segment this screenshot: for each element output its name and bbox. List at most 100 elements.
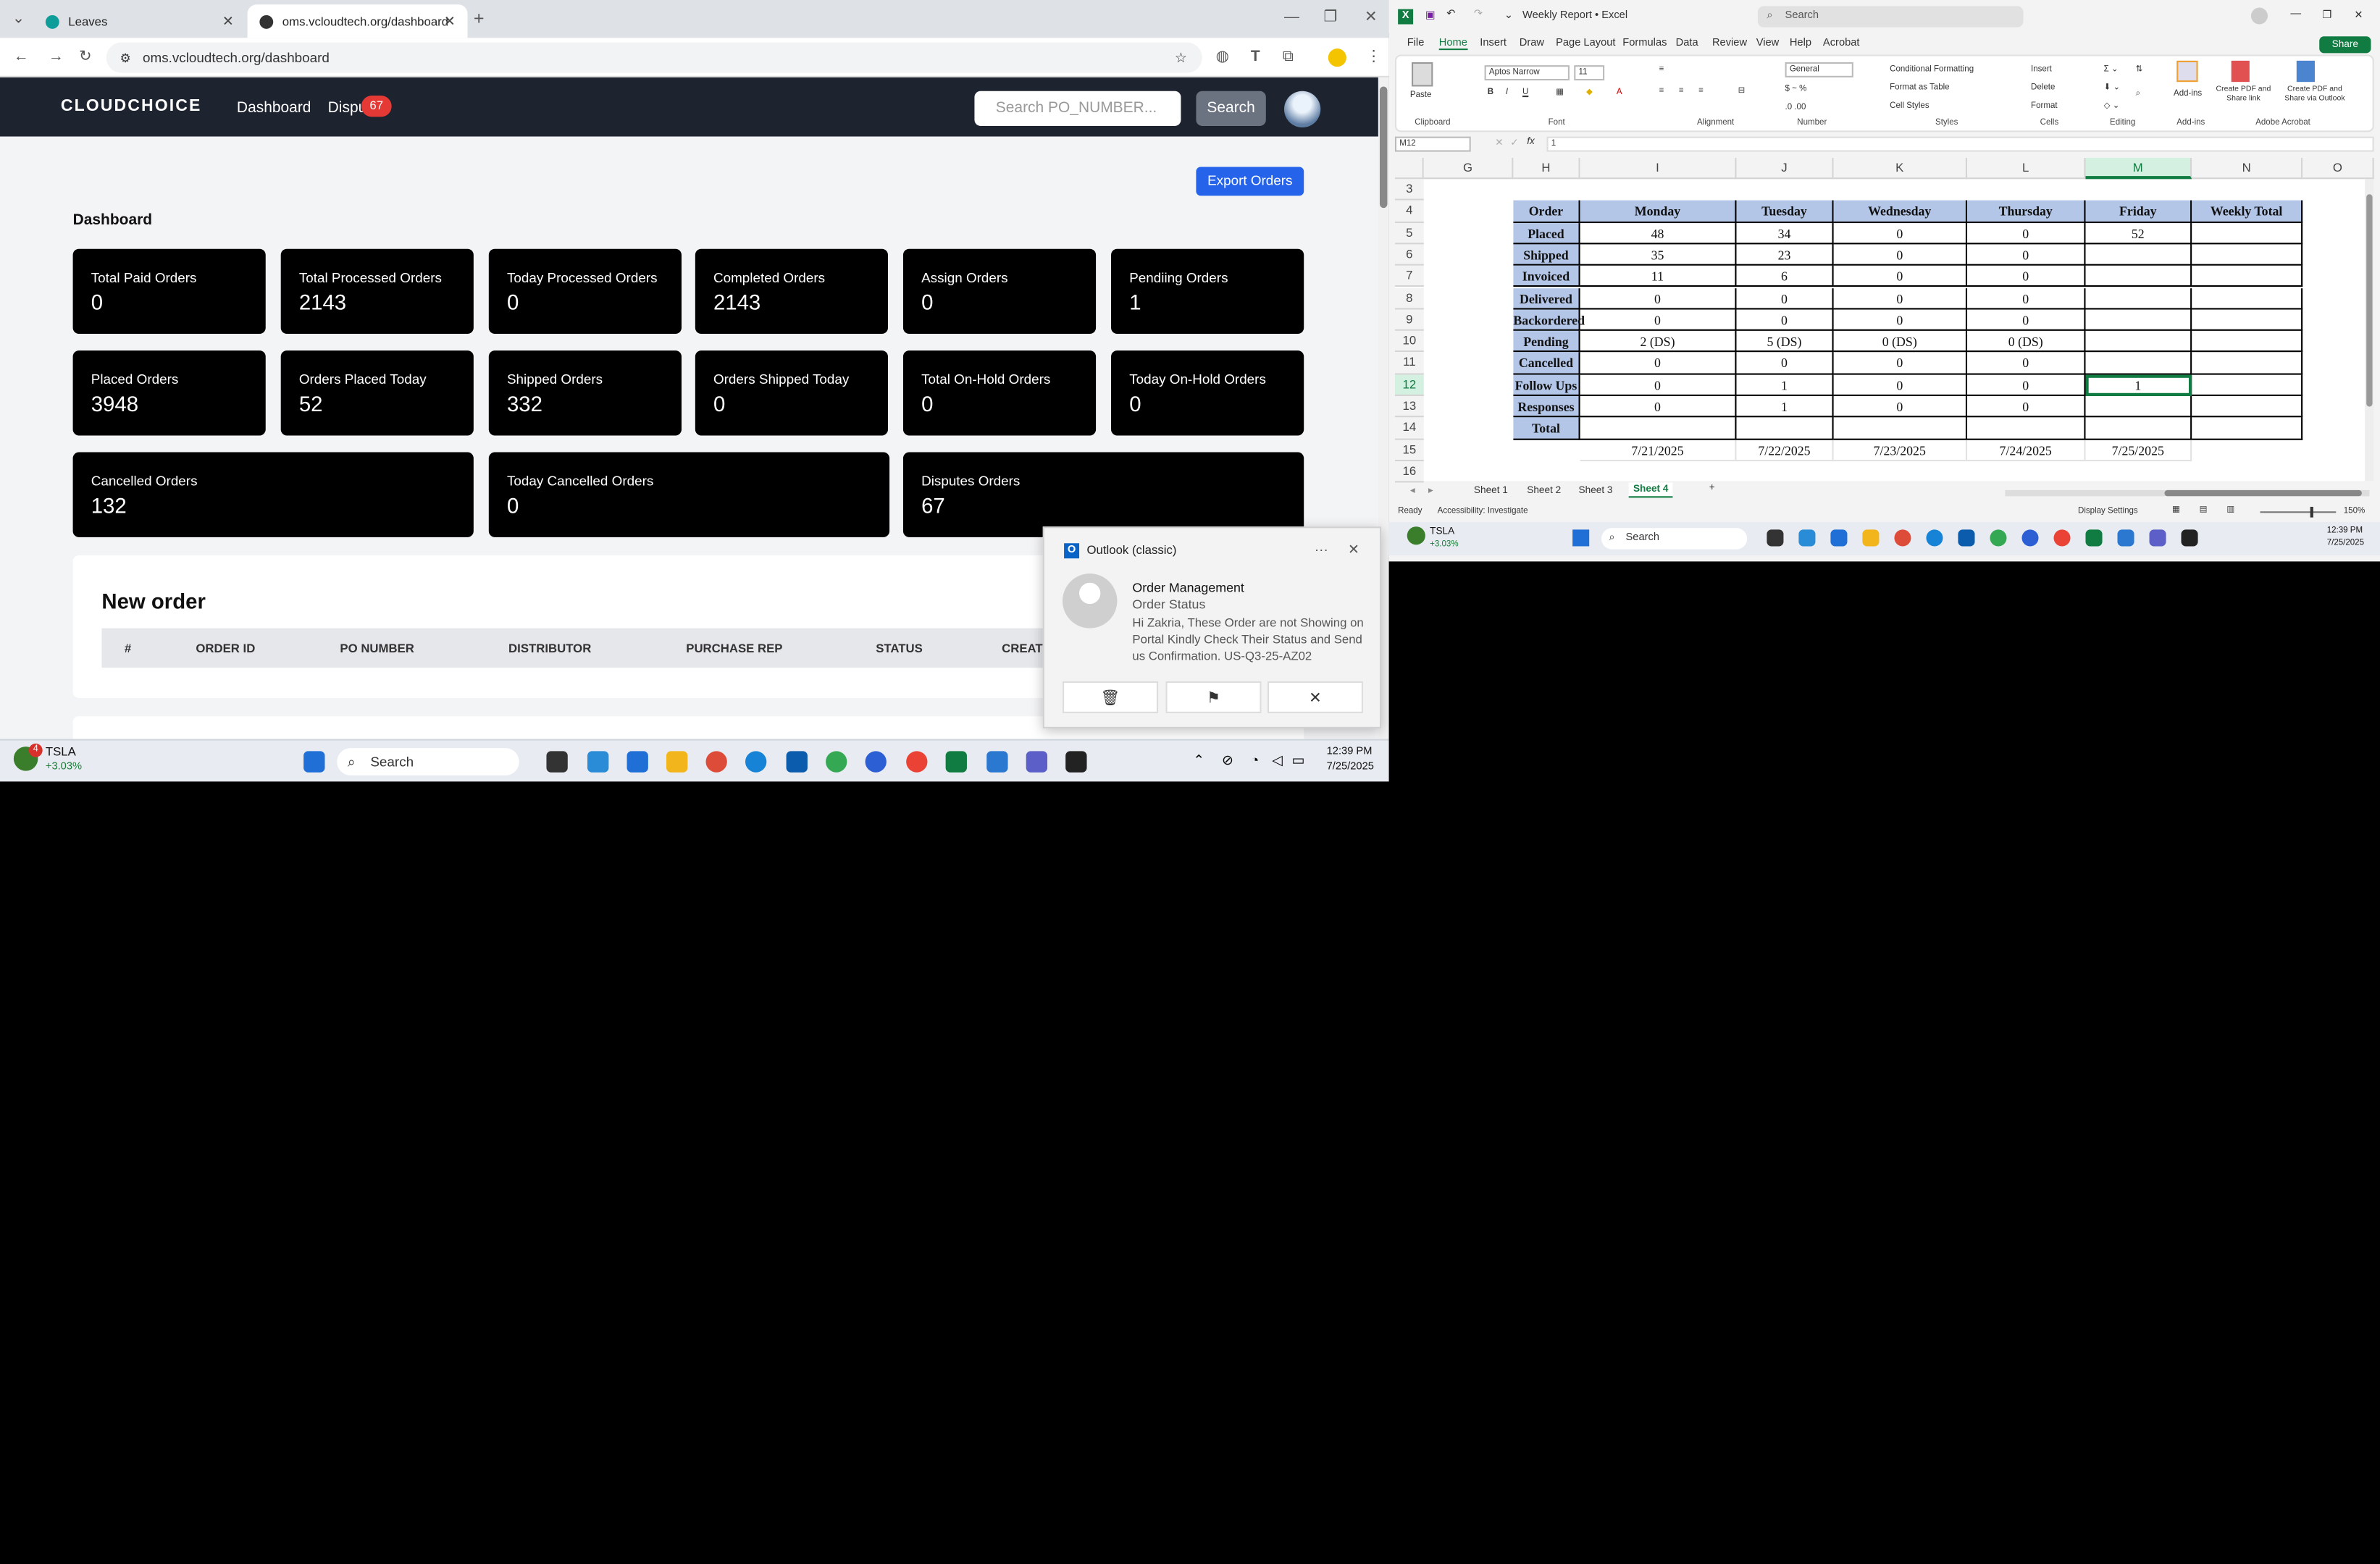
- tray-icon[interactable]: ⊘: [1222, 752, 1233, 769]
- column-header[interactable]: O: [2303, 157, 2374, 180]
- row-header[interactable]: 7: [1394, 266, 1424, 288]
- currency-icon[interactable]: $ ~ %: [1785, 85, 1807, 94]
- stat-card[interactable]: Total On-Hold Orders 0: [902, 350, 1097, 436]
- minimize-icon[interactable]: —: [1284, 9, 1299, 26]
- data-cell[interactable]: [2085, 417, 2192, 440]
- clock-date[interactable]: 7/25/2025: [2327, 539, 2364, 548]
- date-cell[interactable]: 7/22/2025: [1736, 439, 1834, 461]
- spreadsheet-grid[interactable]: GHIJKLMNO345678910111213141516Order Stat…: [1394, 157, 2374, 483]
- data-cell[interactable]: 0: [1580, 353, 1737, 374]
- cells-format[interactable]: Format: [2031, 101, 2058, 111]
- paste-icon[interactable]: [1412, 62, 1433, 87]
- data-cell[interactable]: 52: [2085, 222, 2192, 245]
- data-cell[interactable]: [2192, 222, 2303, 245]
- redo-icon[interactable]: ↷: [1474, 7, 1483, 20]
- menu-draw[interactable]: Draw: [1520, 38, 1544, 49]
- row-label-cell[interactable]: Placed: [1513, 222, 1580, 245]
- chrome-profile-icon[interactable]: [1990, 529, 2007, 547]
- search-button[interactable]: Search: [1196, 91, 1266, 126]
- export-orders-button[interactable]: Export Orders: [1196, 167, 1304, 196]
- cells-insert[interactable]: Insert: [2031, 65, 2052, 75]
- data-cell[interactable]: [2192, 417, 2303, 440]
- flag-button[interactable]: ⚑: [1165, 681, 1262, 713]
- column-header[interactable]: K: [1833, 157, 1968, 180]
- app-icon[interactable]: [1065, 751, 1087, 773]
- sheet-tab-active[interactable]: Sheet 4: [1628, 482, 1673, 498]
- font-name-box[interactable]: Aptos Narrow: [1484, 65, 1570, 81]
- underline-icon[interactable]: U: [1522, 88, 1528, 98]
- column-header[interactable]: STATUS: [876, 642, 923, 655]
- menu-view[interactable]: View: [1756, 38, 1780, 49]
- row-label-cell[interactable]: Cancelled: [1513, 353, 1580, 374]
- data-cell[interactable]: [2192, 287, 2303, 310]
- forward-icon[interactable]: →: [49, 49, 64, 65]
- row-label-cell[interactable]: Total: [1513, 417, 1580, 440]
- stat-card[interactable]: Shipped Orders 332: [488, 350, 682, 436]
- chevron-up-icon[interactable]: ⌃: [1193, 752, 1204, 769]
- column-header[interactable]: H: [1513, 157, 1580, 180]
- align-center-icon[interactable]: ≡: [1679, 86, 1684, 96]
- save-icon[interactable]: ▣: [1425, 9, 1436, 22]
- next-sheet-icon[interactable]: ▸: [1428, 484, 1433, 497]
- app-icon[interactable]: [2181, 529, 2198, 547]
- create-pdf-share-link[interactable]: Create PDF and Share link: [2213, 85, 2274, 103]
- stat-card[interactable]: Total Processed Orders 2143: [280, 248, 474, 335]
- po-search-input[interactable]: Search PO_NUMBER...: [974, 91, 1181, 126]
- windows-start-icon[interactable]: [303, 751, 325, 773]
- scrollbar-thumb[interactable]: [2164, 489, 2362, 497]
- avatar[interactable]: [1283, 91, 1321, 128]
- data-cell[interactable]: [2085, 287, 2192, 310]
- chrome-profile-icon[interactable]: [826, 751, 847, 773]
- battery-icon[interactable]: ▭: [1291, 752, 1304, 769]
- data-cell[interactable]: [2192, 266, 2303, 288]
- data-cell[interactable]: 0: [1967, 244, 2086, 266]
- file-explorer-icon[interactable]: [1862, 529, 1880, 547]
- horizontal-scrollbar[interactable]: [2005, 489, 2370, 497]
- data-cell[interactable]: 0: [1580, 395, 1737, 418]
- column-header[interactable]: CREAT: [1002, 642, 1043, 655]
- row-label-cell[interactable]: Delivered: [1513, 287, 1580, 310]
- normal-view-icon[interactable]: ▦: [2172, 505, 2180, 515]
- data-cell[interactable]: [2192, 353, 2303, 374]
- name-box[interactable]: M12: [1394, 136, 1471, 152]
- chrome-app-icon[interactable]: [906, 751, 928, 773]
- teams-icon[interactable]: [2149, 529, 2166, 547]
- fill-color-icon[interactable]: ◆: [1586, 88, 1593, 98]
- data-cell[interactable]: 1: [2085, 374, 2192, 396]
- account-avatar[interactable]: [2250, 7, 2268, 25]
- data-cell[interactable]: [1833, 417, 1968, 440]
- wifi-icon[interactable]: ◔: [1251, 752, 1259, 768]
- outlook-notification[interactable]: O Outlook (classic) ··· ✕ Order Manageme…: [1042, 526, 1382, 728]
- zoom-icon[interactable]: [2021, 529, 2039, 547]
- column-header[interactable]: L: [1967, 157, 2086, 180]
- data-cell[interactable]: 0: [1967, 309, 2086, 332]
- row-header[interactable]: 3: [1394, 179, 1424, 201]
- data-cell[interactable]: [2192, 331, 2303, 353]
- clock-time[interactable]: 12:39 PM: [1327, 747, 1373, 757]
- close-tab-icon[interactable]: ✕: [444, 13, 456, 30]
- stat-card[interactable]: Assign Orders 0: [902, 248, 1097, 335]
- create-pdf-link-icon[interactable]: [2231, 60, 2250, 83]
- table-header-cell[interactable]: Tuesday: [1736, 201, 1834, 223]
- column-header[interactable]: PO NUMBER: [340, 642, 414, 655]
- fill-icon[interactable]: ⬇ ⌄: [2104, 83, 2121, 93]
- row-label-cell[interactable]: Shipped: [1513, 244, 1580, 266]
- task-view-icon[interactable]: [1767, 529, 1784, 547]
- format-as-table[interactable]: Format as Table: [1890, 83, 1949, 93]
- column-header[interactable]: ORDER ID: [196, 642, 255, 655]
- page-break-icon[interactable]: ▥: [2226, 505, 2234, 515]
- data-cell[interactable]: [2085, 395, 2192, 418]
- data-cell[interactable]: [2192, 309, 2303, 332]
- menu-acrobat[interactable]: Acrobat: [1823, 38, 1860, 49]
- data-cell[interactable]: 48: [1580, 222, 1737, 245]
- sheet-tab[interactable]: Sheet 2: [1527, 486, 1561, 497]
- outlook-taskbar-icon[interactable]: [1958, 529, 1975, 547]
- delete-button[interactable]: 🗑: [1062, 681, 1159, 713]
- stat-card[interactable]: Completed Orders 2143: [695, 248, 888, 335]
- close-window-icon[interactable]: ✕: [2354, 9, 2363, 22]
- prev-sheet-icon[interactable]: ◂: [1410, 484, 1415, 497]
- table-header-cell[interactable]: Wednesday: [1833, 201, 1968, 223]
- qat-dropdown-icon[interactable]: ⌄: [1504, 9, 1513, 22]
- row-label-cell[interactable]: Backordered: [1513, 309, 1585, 332]
- stat-card[interactable]: Total Paid Orders 0: [72, 248, 266, 335]
